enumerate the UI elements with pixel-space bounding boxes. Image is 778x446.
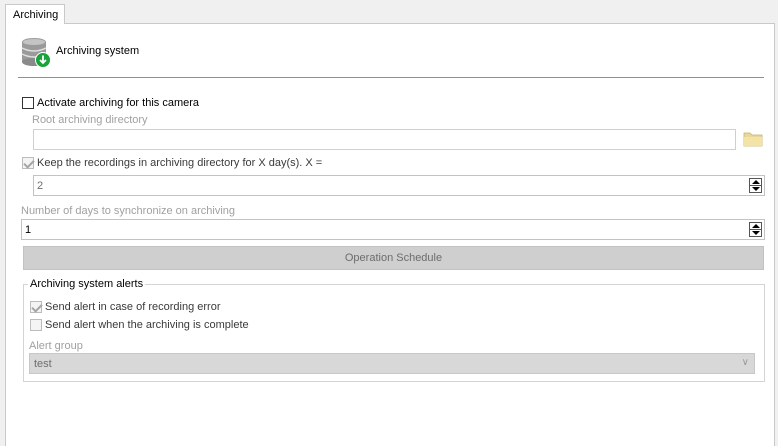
sync-days-stepper[interactable]: 1 [21,219,765,240]
separator [18,77,764,78]
alert-group-value: test [34,358,52,370]
spin-down-icon[interactable] [752,187,760,191]
spin-up-icon[interactable] [752,180,760,184]
sync-days-value: 1 [25,224,32,236]
keep-recordings-checkbox[interactable] [22,157,34,169]
operation-schedule-button[interactable]: Operation Schedule [23,246,764,270]
sync-days-label: Number of days to synchronize on archivi… [21,205,235,217]
spin-down-icon[interactable] [752,231,760,235]
alert-group-select[interactable]: test ∨ [29,353,755,374]
archiving-panel: Archiving system Activate archiving for … [5,23,775,446]
chevron-down-icon: ∨ [741,357,749,368]
archiving-complete-alert-checkbox[interactable] [30,319,42,331]
spin-up-icon[interactable] [752,224,760,228]
sync-days-spin-buttons[interactable] [749,222,762,237]
recording-error-alert-checkbox[interactable] [30,301,42,313]
alert-group-label: Alert group [29,340,83,352]
alerts-group-title: Archiving system alerts [28,278,146,290]
archiving-complete-alert-label: Send alert when the archiving is complet… [45,319,249,331]
root-directory-input[interactable] [33,129,736,150]
database-download-icon [21,38,51,68]
activate-archiving-label: Activate archiving for this camera [37,97,200,109]
activate-archiving-checkbox[interactable] [22,97,34,109]
keep-recordings-label: Keep the recordings in archiving directo… [37,157,323,169]
recording-error-alert-label: Send alert in case of recording error [45,301,221,313]
keep-days-spin-buttons[interactable] [749,178,762,193]
tab-archiving[interactable]: Archiving [5,4,65,24]
header-title: Archiving system [56,45,140,57]
keep-days-stepper[interactable]: 2 [33,175,765,196]
keep-days-value: 2 [37,180,44,192]
folder-icon[interactable] [743,131,763,147]
root-directory-label: Root archiving directory [32,114,148,126]
